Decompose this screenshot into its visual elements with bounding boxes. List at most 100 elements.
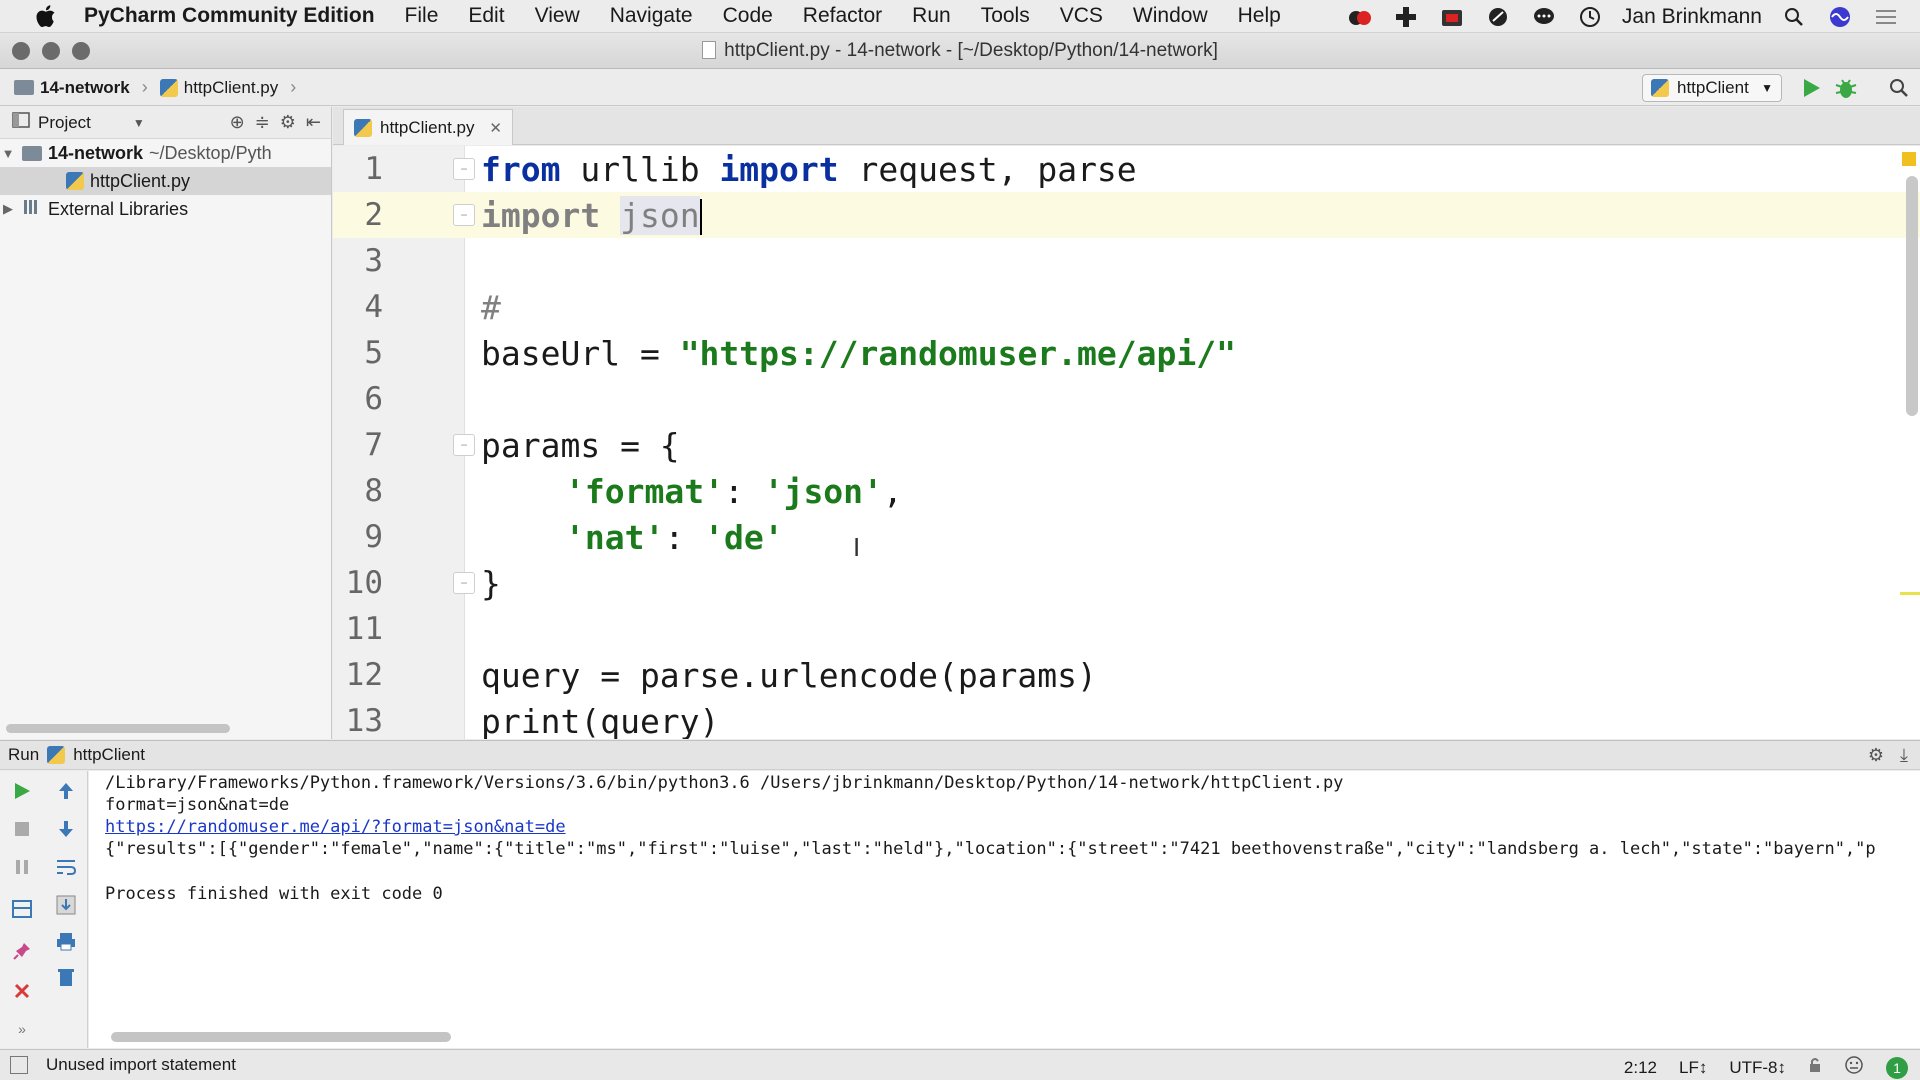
settings-gear-icon[interactable]: ⚙ xyxy=(280,112,296,133)
menu-user-name[interactable]: Jan Brinkmann xyxy=(1622,5,1762,29)
project-toolbar: Project ▼ ⊕ ≑ ⚙ ⇤ xyxy=(0,107,331,139)
chevron-down-icon[interactable]: ▼ xyxy=(133,116,145,130)
restore-layout-icon[interactable] xyxy=(8,895,36,923)
file-icon xyxy=(702,41,717,59)
project-view-selector[interactable]: Project xyxy=(38,113,91,133)
pause-icon[interactable] xyxy=(8,853,36,881)
menu-vcs[interactable]: VCS xyxy=(1060,4,1103,28)
debug-icon[interactable] xyxy=(1834,77,1858,104)
breadcrumb-file[interactable]: httpClient.py xyxy=(184,78,279,98)
menu-navigate[interactable]: Navigate xyxy=(610,4,693,28)
fold-marker-icon[interactable]: − xyxy=(453,204,475,226)
code-line: 12 query = parse.urlencode(params) xyxy=(333,652,1920,698)
breadcrumb-project[interactable]: 14-network xyxy=(40,78,130,98)
print-icon[interactable] xyxy=(52,927,80,955)
close-icon[interactable]: ✕ xyxy=(489,119,502,137)
code-text: from urllib import request, parse xyxy=(481,149,1137,189)
hide-panel-icon[interactable]: ⇤ xyxy=(306,112,321,133)
tree-item-httpclient[interactable]: httpClient.py xyxy=(0,167,331,195)
stop-icon[interactable] xyxy=(8,815,36,843)
navigation-bar: 14-network › httpClient.py › httpClient … xyxy=(0,70,1920,106)
menu-code[interactable]: Code xyxy=(723,4,773,28)
fold-marker-icon[interactable]: − xyxy=(453,158,475,180)
chat-bubble-icon[interactable] xyxy=(1530,4,1558,30)
creative-cloud-icon[interactable] xyxy=(1346,4,1374,30)
screen-recorder-icon[interactable] xyxy=(1438,4,1466,30)
settings-gear-icon[interactable]: ⚙ xyxy=(1868,745,1884,766)
editor-tab-httpclient[interactable]: httpClient.py ✕ xyxy=(343,109,513,145)
window-title-bar: httpClient.py - 14-network - [~/Desktop/… xyxy=(0,33,1920,69)
event-log-badge[interactable]: 1 xyxy=(1886,1056,1908,1079)
up-arrow-icon[interactable] xyxy=(52,777,80,805)
spotlight-search-icon[interactable] xyxy=(1780,4,1808,30)
macos-menu-bar: PyCharm Community Edition File Edit View… xyxy=(0,0,1920,33)
down-arrow-icon[interactable] xyxy=(52,815,80,843)
line-number: 1 xyxy=(364,151,383,187)
locate-file-icon[interactable]: ⊕ xyxy=(230,112,245,133)
status-bar-widgets: 2:12 LF↕ UTF-8↕ 1 xyxy=(1624,1055,1908,1080)
line-number: 11 xyxy=(345,611,383,647)
line-number: 5 xyxy=(364,335,383,371)
run-tab-label[interactable]: Run xyxy=(8,745,39,765)
menu-view[interactable]: View xyxy=(535,4,580,28)
code-text: print(query) xyxy=(481,701,720,740)
console-line-json: {"results":[{"gender":"female","name":{"… xyxy=(105,839,1876,859)
time-machine-icon[interactable] xyxy=(1576,4,1604,30)
project-horizontal-scrollbar[interactable] xyxy=(6,724,230,733)
notification-center-icon[interactable] xyxy=(1872,4,1900,30)
siri-icon[interactable] xyxy=(1826,4,1854,30)
code-line: 7 − params = { xyxy=(333,422,1920,468)
code-text: import json xyxy=(481,195,702,235)
fold-marker-icon[interactable]: − xyxy=(453,572,475,594)
warning-marker-icon[interactable] xyxy=(1902,152,1916,166)
more-tools-icon[interactable]: » xyxy=(8,1015,36,1043)
run-configuration-selector[interactable]: httpClient ▼ xyxy=(1642,74,1782,102)
caret-position[interactable]: 2:12 xyxy=(1624,1058,1657,1078)
code-line: 10 − } xyxy=(333,560,1920,606)
code-editor[interactable]: 1 − from urllib import request, parse 2 … xyxy=(333,146,1920,739)
line-separator-selector[interactable]: LF↕ xyxy=(1679,1058,1707,1078)
apple-icon[interactable] xyxy=(30,4,62,28)
run-console[interactable]: /Library/Frameworks/Python.framework/Ver… xyxy=(89,771,1920,1048)
fold-marker-icon[interactable]: − xyxy=(453,434,475,456)
console-line-url-link[interactable]: https://randomuser.me/api/?format=json&n… xyxy=(105,817,566,837)
soft-wrap-icon[interactable] xyxy=(52,853,80,881)
tool-windows-icon[interactable] xyxy=(10,1056,28,1074)
run-toolbar: » xyxy=(0,771,88,1048)
tree-item-label: External Libraries xyxy=(48,198,189,219)
tree-item-external-libraries[interactable]: ▶ External Libraries xyxy=(0,195,331,223)
menu-app-name[interactable]: PyCharm Community Edition xyxy=(84,4,375,28)
hide-panel-icon[interactable]: ⤓ xyxy=(1900,745,1908,766)
search-everywhere-icon[interactable] xyxy=(1888,77,1910,104)
project-tree: ▼ 14-network ~/Desktop/Pyth httpClient.p… xyxy=(0,139,331,223)
console-line-query: format=json&nat=de xyxy=(105,795,290,815)
scroll-to-end-icon[interactable] xyxy=(52,891,80,919)
leaf-app-icon[interactable] xyxy=(1484,4,1512,30)
pin-tab-icon[interactable] xyxy=(8,937,36,965)
console-horizontal-scrollbar[interactable] xyxy=(111,1032,451,1042)
trash-clear-icon[interactable] xyxy=(52,963,80,991)
tree-item-project-root[interactable]: ▼ 14-network ~/Desktop/Pyth xyxy=(0,139,331,167)
menu-edit[interactable]: Edit xyxy=(468,4,504,28)
run-icon[interactable] xyxy=(1800,77,1822,104)
inspector-face-icon[interactable] xyxy=(1844,1055,1864,1080)
menu-window[interactable]: Window xyxy=(1133,4,1208,28)
menu-file[interactable]: File xyxy=(405,4,439,28)
plus-extension-icon[interactable] xyxy=(1392,4,1420,30)
run-config-name[interactable]: httpClient xyxy=(73,745,145,765)
collapse-all-icon[interactable]: ≑ xyxy=(255,112,270,133)
expanded-arrow-icon[interactable]: ▼ xyxy=(0,146,16,161)
error-stripe-marker[interactable] xyxy=(1900,592,1920,595)
menu-run[interactable]: Run xyxy=(912,4,951,28)
menu-refactor[interactable]: Refactor xyxy=(803,4,882,28)
line-number: 2 xyxy=(364,197,383,233)
editor-vertical-scrollbar[interactable] xyxy=(1906,176,1918,416)
rerun-icon[interactable] xyxy=(8,777,36,805)
menu-tools[interactable]: Tools xyxy=(981,4,1030,28)
collapsed-arrow-icon[interactable]: ▶ xyxy=(0,201,16,217)
lock-icon[interactable] xyxy=(1808,1057,1822,1078)
line-number: 10 xyxy=(345,565,383,601)
menu-help[interactable]: Help xyxy=(1238,4,1281,28)
close-icon[interactable] xyxy=(8,977,36,1005)
encoding-selector[interactable]: UTF-8↕ xyxy=(1729,1058,1786,1078)
